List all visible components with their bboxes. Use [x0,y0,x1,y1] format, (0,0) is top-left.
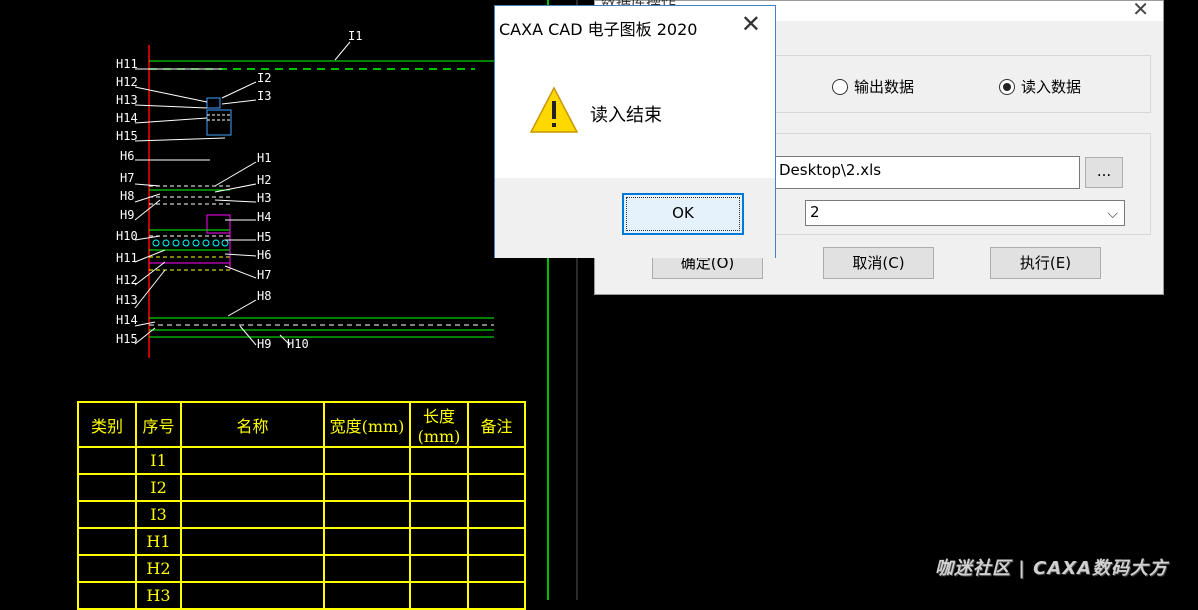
cyan-box-2 [206,109,232,136]
radio-circle-icon [832,78,848,95]
watermark-text: 咖迷社区 | CAXA数码大方 [935,558,1169,579]
label-h15b: H15 [116,332,138,346]
radio-input-data[interactable]: 读入数据 [999,76,1081,97]
msgbox-title: CAXA CAD 电子图板 2020 [499,20,698,39]
msgbox-footer: OK [495,178,775,258]
header-notes: 备注 [467,401,526,448]
radio-output-label: 输出数据 [854,78,915,96]
label-h14: H14 [116,111,138,125]
row-index: H3 [135,581,182,610]
table-row: I3 [77,500,526,529]
row-index: H2 [135,554,182,583]
chevron-down-icon: ⌵ [1107,206,1118,222]
sheet-select-value: 2 [810,203,820,221]
radio-input-label: 读入数据 [1021,78,1082,96]
cancel-button[interactable]: 取消(C) [823,247,934,279]
label-h12b: H12 [116,273,138,287]
label-h10: H10 [116,229,138,243]
label-h5: H5 [257,230,271,244]
execute-button[interactable]: 执行(E) [990,247,1101,279]
pipe-row [152,239,229,247]
radio-selected-icon [999,78,1015,95]
label-h6r: H6 [257,248,271,262]
ok-button[interactable]: OK [622,193,744,235]
message-box: CAXA CAD 电子图板 2020 ✕ 读入结束 OK [494,5,776,258]
row-index: H1 [135,527,182,556]
table-row: H1 [77,527,526,556]
label-h11: H11 [116,57,138,71]
label-i3: I3 [257,89,271,103]
label-i2: I2 [257,71,271,85]
table-row: I2 [77,473,526,502]
table-row: H2 [77,554,526,583]
msgbox-message: 读入结束 [590,105,662,126]
label-h7r: H7 [257,268,271,282]
label-h10r: H10 [287,337,309,351]
header-category: 类别 [77,401,137,448]
label-h6: H6 [120,149,134,163]
label-h8: H8 [120,189,134,203]
browse-button[interactable]: ... [1085,157,1123,188]
right-labels: I1 I2 I3 H1 H2 H3 H4 H5 H6 H7 H8 H9 H10 [257,29,362,351]
label-h8r: H8 [257,289,271,303]
label-h9r: H9 [257,337,271,351]
row-index: I2 [135,473,182,502]
close-icon[interactable]: ✕ [741,10,761,38]
label-h2: H2 [257,173,271,187]
header-name: 名称 [180,401,325,448]
table-header-row: 类别 序号 名称 宽度(mm) 长度(mm) 备注 [77,401,526,448]
label-h13: H13 [116,93,138,107]
file-path-input[interactable]: Desktop\2.xls [774,156,1080,189]
label-i1: I1 [348,29,362,43]
label-h14b: H14 [116,313,138,327]
label-h7: H7 [120,171,134,185]
header-index: 序号 [135,401,182,448]
parts-table: 类别 序号 名称 宽度(mm) 长度(mm) 备注 I1 I2 I3 H1 H2… [77,401,526,610]
left-labels: H11 H12 H13 H14 H15 H6 H7 H8 H9 H10 H11 … [116,57,138,346]
label-h15: H15 [116,129,138,143]
header-length: 长度(mm) [409,401,469,448]
dialog-close-icon[interactable]: ✕ [1132,0,1149,21]
header-width: 宽度(mm) [323,401,411,448]
warning-icon [529,86,579,133]
row-index: I1 [135,446,182,475]
label-h1: H1 [257,151,271,165]
label-h3: H3 [257,191,271,205]
label-h11b: H11 [116,251,138,265]
sheet-select[interactable]: 2 ⌵ [805,200,1125,226]
table-row: H3 [77,581,526,610]
label-h12: H12 [116,75,138,89]
row-index: I3 [135,500,182,529]
label-h4: H4 [257,210,271,224]
cyan-box [206,97,221,109]
table-row: I1 [77,446,526,475]
label-h9: H9 [120,208,134,222]
radio-output-data[interactable]: 输出数据 [832,76,914,97]
label-h13b: H13 [116,293,138,307]
